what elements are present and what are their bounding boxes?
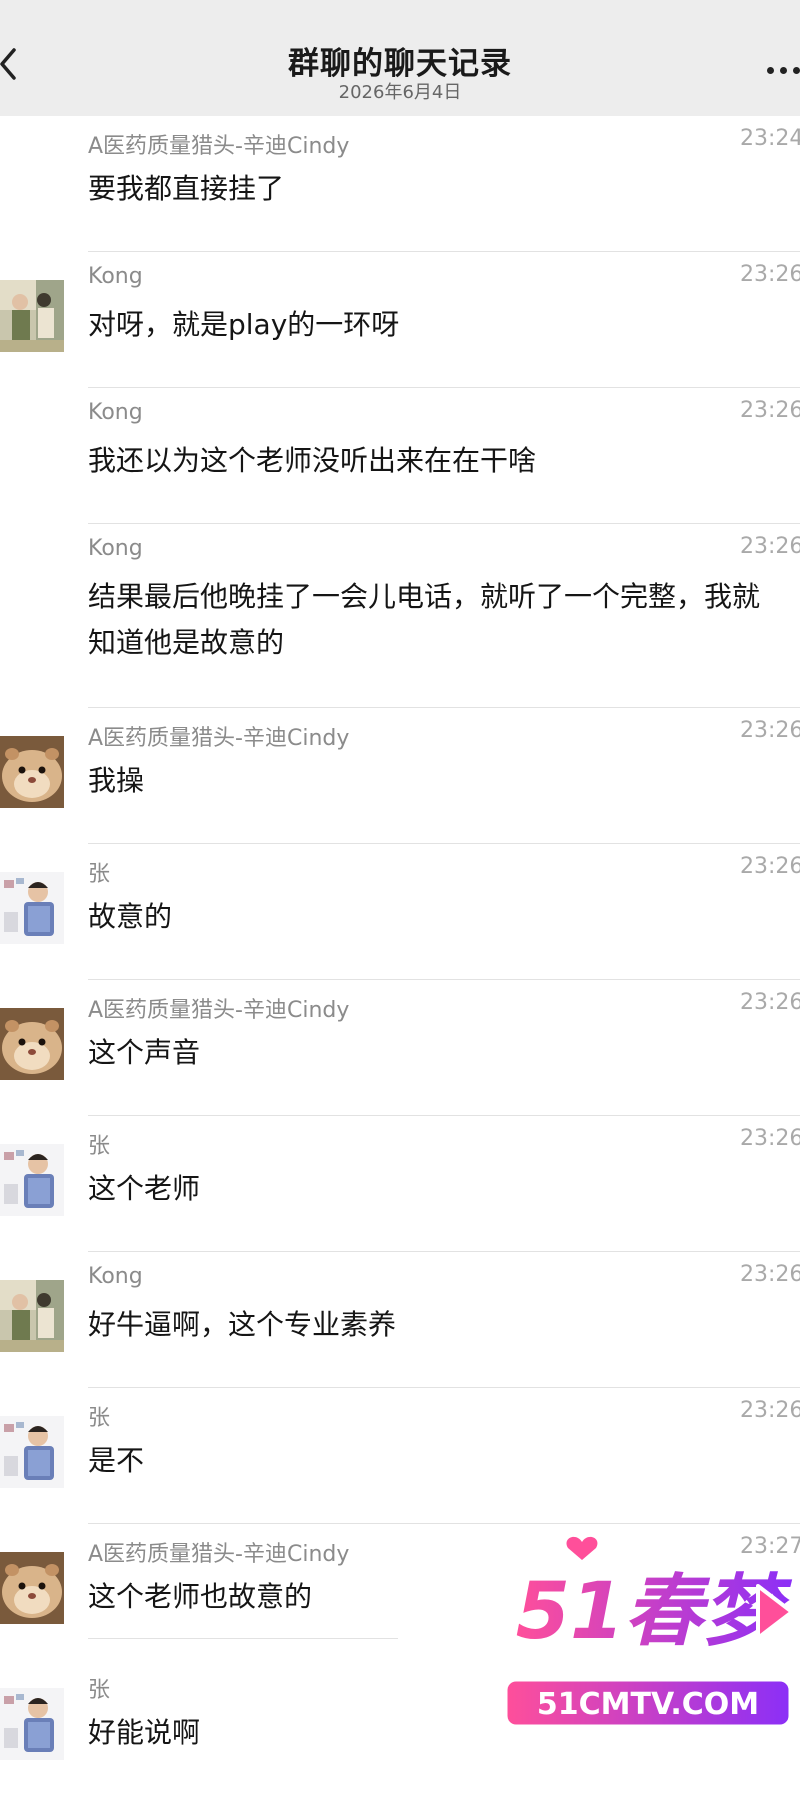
message-text: 这个声音 (88, 1036, 201, 1069)
avatar-kong[interactable] (0, 1280, 64, 1352)
message-text: 是不 (88, 1444, 145, 1477)
message-item: Kong 23:26 结果最后他晚挂了一会儿电话，就听了一个完整，我就知道他是故… (0, 524, 800, 708)
message-time: 23:26 (740, 398, 800, 423)
avatar-hamster[interactable] (0, 1008, 64, 1080)
message-text: 对呀，就是play的一环呀 (88, 308, 400, 341)
message-sender: A医药质量猎头-辛迪Cindy (88, 134, 350, 159)
avatar-boy[interactable] (0, 1688, 64, 1760)
message-time: 23:26 (740, 718, 800, 743)
watermark-site-text: 51CMTV.COM (537, 1687, 759, 1722)
message-item: 张 23:26 这个老师 (0, 1116, 800, 1252)
avatar-hamster[interactable] (0, 736, 64, 808)
message-time: 23:26 (740, 854, 800, 879)
watermark-logo: 51春梦 51CMTV.COM (500, 1530, 800, 1738)
message-sender: 张 (88, 1406, 111, 1431)
message-sender: A医药质量猎头-辛迪Cindy (88, 1542, 350, 1567)
message-sender: A医药质量猎头-辛迪Cindy (88, 726, 350, 751)
message-time: 23:26 (740, 534, 800, 559)
page-title: 群聊的聊天记录 (288, 46, 512, 82)
message-text: 这个老师 (88, 1172, 201, 1205)
avatar-hamster[interactable] (0, 1552, 64, 1624)
message-item: A医药质量猎头-辛迪Cindy 23:26 这个声音 (0, 980, 800, 1116)
watermark-logo-text: 51春梦 (516, 1567, 793, 1657)
heart-icon (566, 1536, 598, 1560)
message-text: 故意的 (88, 900, 173, 933)
message-sender: Kong (88, 536, 143, 561)
message-item: Kong 23:26 我还以为这个老师没听出来在在干啥 (0, 388, 800, 524)
message-text: 结果最后他晚挂了一会儿电话，就听了一个完整，我就知道他是故意的 (88, 580, 761, 659)
avatar-boy[interactable] (0, 1144, 64, 1216)
message-sender: 张 (88, 1678, 111, 1703)
more-dots-icon (767, 66, 774, 74)
message-text: 好牛逼啊，这个专业素养 (88, 1308, 397, 1341)
more-button[interactable] (756, 50, 800, 90)
message-time: 23:26 (740, 1126, 800, 1151)
message-sender: Kong (88, 264, 143, 289)
message-item: 张 23:26 故意的 (0, 844, 800, 980)
message-text: 我还以为这个老师没听出来在在干啥 (88, 444, 537, 477)
message-time: 23:26 (740, 990, 800, 1015)
message-time: 23:24 (740, 126, 800, 151)
divider (88, 1638, 398, 1639)
message-time: 23:26 (740, 1398, 800, 1423)
message-time: 23:26 (740, 262, 800, 287)
message-sender: Kong (88, 1264, 143, 1289)
message-text: 要我都直接挂了 (88, 172, 285, 205)
message-item: A医药质量猎头-辛迪Cindy 23:26 我操 (0, 708, 800, 844)
message-item: A医药质量猎头-辛迪Cindy 23:24 要我都直接挂了 (0, 116, 800, 252)
avatar-boy[interactable] (0, 872, 64, 944)
message-sender: 张 (88, 862, 111, 887)
message-sender: A医药质量猎头-辛迪Cindy (88, 998, 350, 1023)
chat-header: 群聊的聊天记录 2026年6月4日 (0, 0, 800, 116)
chat-date: 2026年6月4日 (338, 82, 462, 103)
message-sender: Kong (88, 400, 143, 425)
message-sender: 张 (88, 1134, 111, 1159)
message-item: Kong 23:26 好牛逼啊，这个专业素养 (0, 1252, 800, 1388)
message-item: 张 23:26 是不 (0, 1388, 800, 1524)
message-item: Kong 23:26 对呀，就是play的一环呀 (0, 252, 800, 388)
avatar-boy[interactable] (0, 1416, 64, 1488)
message-time: 23:26 (740, 1262, 800, 1287)
avatar-kong[interactable] (0, 280, 64, 352)
message-text: 我操 (88, 764, 145, 797)
